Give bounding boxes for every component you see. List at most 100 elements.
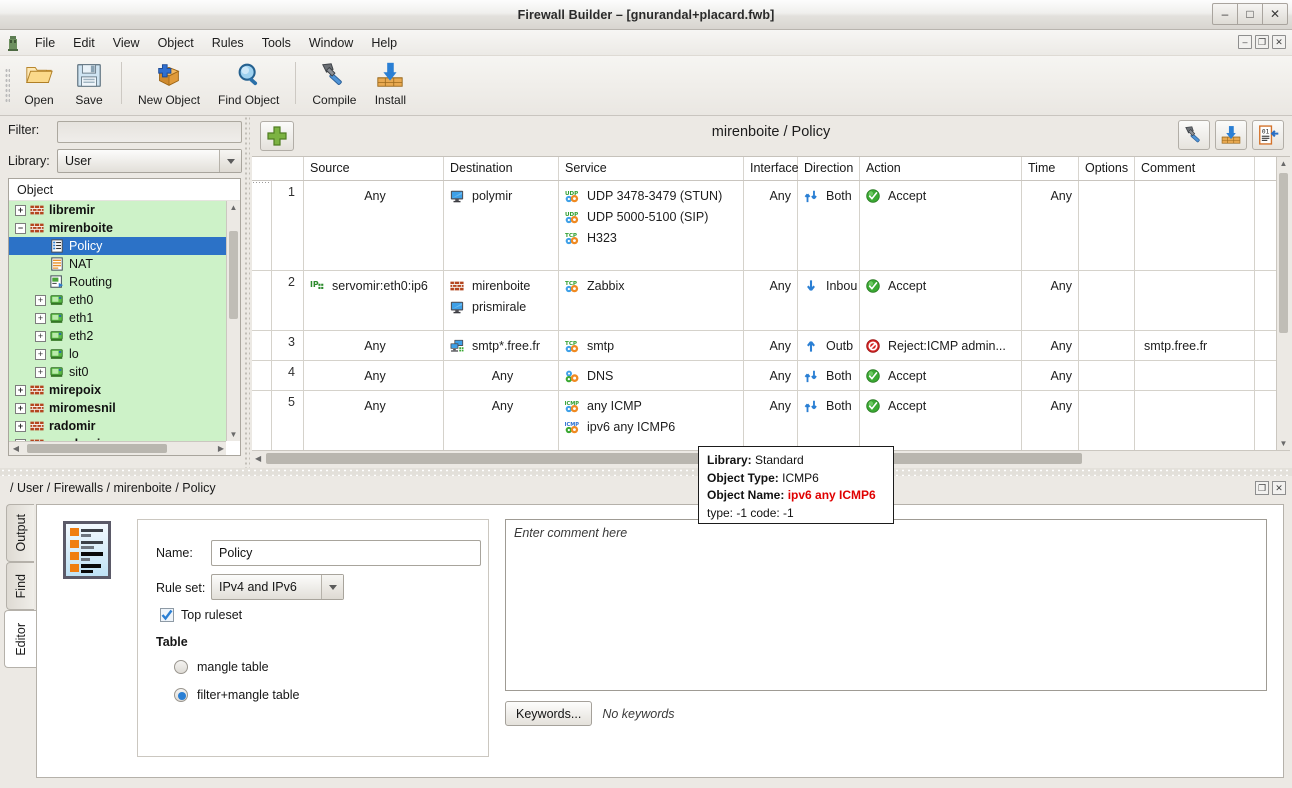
tree-expander[interactable]: + — [15, 204, 26, 216]
top-ruleset-checkbox-row[interactable]: Top ruleset — [160, 608, 242, 622]
rule-source-cell[interactable]: Any — [304, 391, 444, 450]
rules-column-header-interface[interactable]: Interface — [744, 157, 799, 180]
tree-scroll-right-arrow[interactable]: ▶ — [218, 444, 224, 453]
object-tree-body[interactable]: + libremir − mirenboite Policy NAT Routing + eth… — [9, 201, 226, 441]
ruleset-select[interactable]: IPv4 and IPv6 — [211, 574, 344, 600]
tree-hscroll-thumb[interactable] — [27, 444, 167, 453]
rule-drag-handle[interactable] — [252, 271, 272, 330]
rule-service-cell[interactable]: UDP UDP 3478-3479 (STUN) UDP UDP 5000-5100 … — [559, 181, 744, 270]
rule-comment-cell[interactable]: smtp.free.fr — [1135, 331, 1255, 360]
rules-column-header-comment[interactable]: Comment — [1135, 157, 1255, 180]
tree-expander[interactable]: + — [15, 420, 26, 432]
rules-column-header-rownum[interactable] — [252, 157, 304, 180]
tree-item-nat[interactable]: NAT — [9, 255, 226, 273]
tree-scroll-up-arrow[interactable]: ▲ — [227, 201, 240, 214]
rule-options-cell[interactable] — [1079, 391, 1135, 450]
rule-comment-cell[interactable] — [1135, 271, 1255, 330]
tree-item-mirepoix[interactable]: + mirepoix — [9, 381, 226, 399]
rule-direction-cell[interactable]: Both — [798, 181, 860, 270]
tree-expander[interactable]: + — [15, 402, 26, 414]
tree-expander[interactable]: + — [15, 384, 26, 396]
rule-comment-cell[interactable] — [1135, 361, 1255, 390]
tab-editor[interactable]: Editor — [4, 610, 36, 668]
rule-row[interactable]: 2 IP servomir:eth0:ip6 mirenboite prismirale… — [252, 271, 1276, 331]
toolbar-save-button[interactable]: Save — [64, 56, 114, 107]
rules-column-header-direction[interactable]: Direction — [798, 157, 860, 180]
rule-options-cell[interactable] — [1079, 361, 1135, 390]
menu-window[interactable]: Window — [300, 33, 362, 53]
rule-options-cell[interactable] — [1079, 331, 1135, 360]
tree-expander[interactable]: − — [15, 222, 26, 234]
rule-row[interactable]: 1 Any polymir UDP UDP 3478-3479 (STUN) UDP UDP… — [252, 181, 1276, 271]
rule-action-cell[interactable]: Accept — [860, 271, 1022, 330]
close-panel-button[interactable]: ✕ — [1272, 481, 1286, 495]
rule-action-cell[interactable]: Accept — [860, 391, 1022, 450]
name-input[interactable] — [211, 540, 481, 566]
rule-interface-cell[interactable]: Any — [744, 271, 798, 330]
compiled-output-button[interactable]: 01 — [1252, 120, 1284, 150]
tree-item-eth1[interactable]: + eth1 — [9, 309, 226, 327]
rules-scroll-left-arrow[interactable]: ◀ — [255, 454, 261, 463]
toolbar-install-button[interactable]: Install — [365, 56, 415, 107]
rule-service-cell[interactable]: ICMP any ICMP ICMP ipv6 any ICMP6 — [559, 391, 744, 450]
menu-file[interactable]: File — [26, 33, 64, 53]
rule-service-cell[interactable]: TCP smtp — [559, 331, 744, 360]
rules-column-header-options[interactable]: Options — [1079, 157, 1135, 180]
mdi-minimize-button[interactable]: – — [1238, 35, 1252, 49]
rule-direction-cell[interactable]: Both — [798, 391, 860, 450]
rule-interface-cell[interactable]: Any — [744, 331, 798, 360]
tree-item-radomir[interactable]: + radomir — [9, 417, 226, 435]
rule-direction-cell[interactable]: Both — [798, 361, 860, 390]
rules-hscroll-thumb[interactable] — [266, 453, 1082, 464]
tree-item-eth0[interactable]: + eth0 — [9, 291, 226, 309]
chevron-down-icon[interactable] — [321, 575, 343, 599]
tree-scroll-thumb[interactable] — [229, 231, 238, 319]
window-maximize-button[interactable]: □ — [1237, 3, 1263, 25]
rule-time-cell[interactable]: Any — [1022, 361, 1079, 390]
tree-expander[interactable]: + — [35, 348, 46, 360]
rule-row[interactable]: 4 Any Any DNS Any Both Accept Any — [252, 361, 1276, 391]
tree-item-routing[interactable]: Routing — [9, 273, 226, 291]
menu-help[interactable]: Help — [362, 33, 406, 53]
toolbar-new-object-button[interactable]: New Object — [129, 56, 209, 107]
rule-source-cell[interactable]: IP servomir:eth0:ip6 — [304, 271, 444, 330]
rule-action-cell[interactable]: Reject:ICMP admin... — [860, 331, 1022, 360]
rule-options-cell[interactable] — [1079, 181, 1135, 270]
rules-column-header-action[interactable]: Action — [860, 157, 1022, 180]
window-close-button[interactable]: ✕ — [1262, 3, 1288, 25]
rule-destination-cell[interactable]: Any — [444, 361, 559, 390]
tree-item-lo[interactable]: + lo — [9, 345, 226, 363]
tree-item-sit0[interactable]: + sit0 — [9, 363, 226, 381]
rule-row[interactable]: 3 Any smtp*.free.fr TCP smtp Any Outb Reject:IC… — [252, 331, 1276, 361]
rule-direction-cell[interactable]: Outb — [798, 331, 860, 360]
tree-expander[interactable]: + — [35, 294, 46, 306]
rule-service-cell[interactable]: TCP Zabbix — [559, 271, 744, 330]
rule-source-cell[interactable]: Any — [304, 361, 444, 390]
rule-source-cell[interactable]: Any — [304, 181, 444, 270]
tab-find[interactable]: Find — [6, 562, 34, 610]
checkbox-checked-icon[interactable] — [160, 608, 174, 622]
toolbar-open-button[interactable]: Open — [14, 56, 64, 107]
tree-scroll-down-arrow[interactable]: ▼ — [227, 428, 240, 441]
rules-column-header-service[interactable]: Service — [559, 157, 744, 180]
window-minimize-button[interactable]: – — [1212, 3, 1238, 25]
rules-vscroll-thumb[interactable] — [1279, 173, 1288, 333]
tree-item-eth2[interactable]: + eth2 — [9, 327, 226, 345]
toolbar-grip[interactable] — [5, 68, 10, 104]
rule-drag-handle[interactable] — [252, 181, 272, 270]
menu-tools[interactable]: Tools — [253, 33, 300, 53]
radio-mangle-table[interactable] — [174, 660, 188, 674]
rule-time-cell[interactable]: Any — [1022, 271, 1079, 330]
tree-item-policy[interactable]: Policy — [9, 237, 226, 255]
rule-drag-handle[interactable] — [252, 361, 272, 390]
rule-time-cell[interactable]: Any — [1022, 331, 1079, 360]
rule-direction-cell[interactable]: Inbou — [798, 271, 860, 330]
tree-horizontal-scrollbar[interactable]: ◀ ▶ — [9, 441, 226, 455]
rule-service-cell[interactable]: DNS — [559, 361, 744, 390]
mdi-close-button[interactable]: ✕ — [1272, 35, 1286, 49]
rule-action-cell[interactable]: Accept — [860, 181, 1022, 270]
rule-destination-cell[interactable]: mirenboite prismirale — [444, 271, 559, 330]
compile-rules-button[interactable] — [1178, 120, 1210, 150]
float-panel-button[interactable]: ❐ — [1255, 481, 1269, 495]
rule-drag-handle[interactable] — [252, 331, 272, 360]
